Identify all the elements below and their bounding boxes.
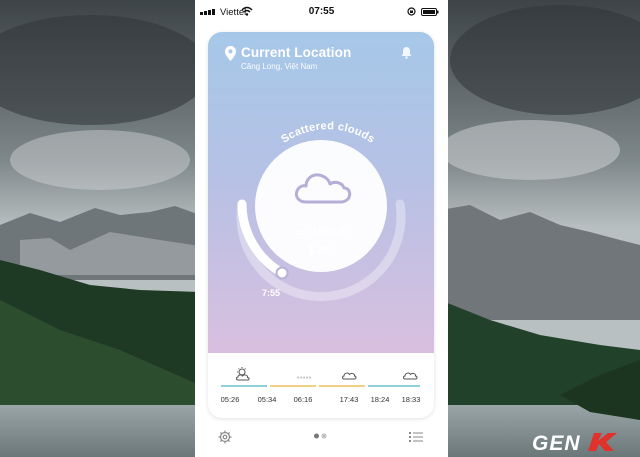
weather-panel: Current Location Căng Long, Việt Nam Sca… — [208, 32, 434, 353]
forecast-time: 18:33 — [401, 395, 421, 404]
wind-speed: 16Km/h — [297, 227, 348, 238]
phone-screen: Viettel 07:55 Current Location Căng Long… — [195, 0, 448, 457]
forecast-bar — [368, 385, 420, 387]
thermometer-icon — [309, 245, 313, 256]
genk-watermark-logo: GEN — [532, 432, 617, 454]
svg-text:GEN: GEN — [532, 432, 581, 454]
cloud-icon — [342, 372, 357, 380]
forecast-bar — [270, 385, 316, 387]
forecast-time: 18:24 — [370, 395, 390, 404]
forecast-time: 05:26 — [220, 395, 240, 404]
forecast-time: 05:34 — [257, 395, 277, 404]
page-indicator[interactable] — [313, 432, 329, 440]
wind-icon — [297, 228, 310, 236]
status-bar: Viettel 07:55 — [195, 0, 448, 24]
forecast-bar — [221, 385, 267, 387]
dial-time-label: 7:55 — [262, 288, 281, 298]
sun-cloud-icon — [236, 367, 250, 381]
forecast-bar — [319, 385, 365, 387]
forecast-strip: ••••• 05:26 05:34 06:16 17:43 18:24 18:3… — [208, 353, 434, 418]
temperature-value: 26° — [316, 245, 332, 256]
forecast-time: 06:16 — [293, 395, 313, 404]
forecast-dots: ••••• — [297, 375, 312, 382]
cloud-icon — [294, 173, 352, 204]
weather-card[interactable]: Current Location Căng Long, Việt Nam Sca… — [208, 32, 434, 418]
battery-icon — [421, 8, 439, 16]
forecast-time: 17:43 — [339, 395, 359, 404]
dial-knob[interactable] — [275, 266, 289, 280]
cloud-icon — [403, 372, 418, 380]
settings-gear-icon[interactable] — [218, 430, 232, 444]
rotation-lock-icon — [407, 7, 416, 16]
list-icon[interactable] — [409, 431, 423, 443]
wind-value: 16Km/h — [311, 227, 348, 238]
temperature: 26° — [308, 245, 332, 256]
